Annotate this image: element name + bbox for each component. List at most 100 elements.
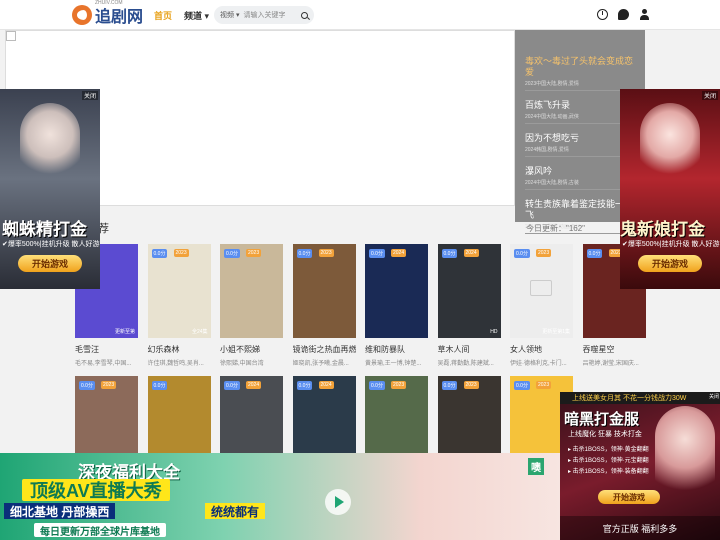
placeholder-image-icon (530, 280, 552, 296)
ad-start-button[interactable]: 开始游戏 (598, 490, 660, 504)
ad-feature-line: ▸ 击杀1BOSS，领神·元宝翻翻 (568, 458, 649, 464)
movie-poster[interactable]: 0.0分 2023 更新至第1集 (510, 244, 573, 338)
year-badge: 2023 (391, 381, 407, 389)
play-icon[interactable] (325, 489, 351, 515)
banner-line-3b: 统统都有 (205, 503, 266, 519)
movie-title[interactable]: 女人领地 (510, 344, 573, 355)
message-icon[interactable] (618, 9, 629, 20)
ad-headline: 鬼新娘打金 (620, 220, 705, 239)
movie-poster[interactable]: 0.0分 2023 (220, 244, 283, 338)
hero-list-title[interactable]: 百炼飞升录 (525, 100, 635, 111)
year-badge: 2023 (173, 249, 189, 257)
movie-card[interactable]: 0.0分 2023 全24集幻乐森林许佳琪,魏哲鸣,吴肖... (147, 244, 211, 367)
banner-tag: 噢 (528, 458, 544, 475)
movie-title[interactable]: 维和防暴队 (365, 344, 428, 355)
score-badge: 0.0分 (441, 381, 458, 390)
hero-list-item[interactable]: 毒欢～毒过了头就会变成恋爱 2023中国大陆,剧情,爱情 (525, 56, 635, 91)
ad-title: 暗黑打金服 (564, 411, 640, 428)
score-badge: 0.0分 (151, 381, 168, 390)
ad-top-strip: 上线送美女月其 不花一分钱战力30W (560, 392, 720, 404)
ad-feature-line: ▸ 击杀1BOSS，领神·装备翻翻 (568, 469, 649, 475)
hero-list-title[interactable]: 转生贵族靠着鉴定技能一路飞 (525, 199, 635, 221)
nav-channel[interactable]: 频道 ▾ (184, 9, 209, 22)
hero-list-title[interactable]: 瀑风吟 (525, 166, 635, 177)
header-icons (597, 9, 650, 20)
logo-icon (72, 5, 92, 25)
score-badge: 0.0分 (296, 249, 313, 258)
hero-list-meta: 2024中国大陆,动画,武侠 (525, 113, 635, 124)
ad-close-button[interactable]: 关闭 (81, 91, 98, 100)
top-header: 追剧网 ZHUIV.COM 首页 频道 ▾ 视频 ▾ 请输入关键字 (0, 0, 720, 30)
hero-list-meta: 2024中国大陆,剧情,古装 (525, 179, 635, 190)
year-badge: 2023 (536, 249, 552, 257)
episode-status: 全24集 (191, 329, 208, 335)
year-badge: 2024 (391, 249, 407, 257)
bottom-right-game-ad[interactable]: 上线送美女月其 不花一分钱战力30W 关闭 暗黑打金服 上线魔化 狂暴 技术打金… (560, 392, 720, 540)
movie-cast: 许佳琪,魏哲鸣,吴肖... (147, 361, 204, 367)
logo-subtitle: ZHUIV.COM (95, 0, 123, 6)
movie-title[interactable]: 毛雪汪 (75, 344, 138, 355)
year-badge: 2023 (536, 381, 552, 389)
movie-cast: 伊娃·德格利克,卡门... (510, 361, 567, 367)
movie-card[interactable]: 0.0分 2023 镜诡街之热血再燃 姬晓凯,张予曦,金晨... (292, 244, 356, 367)
hero-list-item[interactable]: 百炼飞升录 2024中国大陆,动画,武侠 (525, 100, 635, 124)
ad-start-button[interactable]: 开始游戏 (18, 255, 82, 272)
hero-list-item[interactable]: 因为不想吃亏 2024韩国,剧情,爱情 (525, 133, 635, 157)
site-logo[interactable]: 追剧网 (72, 4, 143, 26)
score-badge: 0.0分 (369, 249, 385, 258)
left-side-ad[interactable]: 关闭 蜘蛛精打金 ✔爆率500%|挂机升级 散人好游✔ 开始游戏 (0, 89, 100, 289)
nav-home[interactable]: 首页 (154, 9, 172, 22)
movie-title[interactable]: 吞噬星空 (583, 344, 646, 355)
ad-close-button[interactable]: 关闭 (701, 91, 718, 100)
user-icon[interactable] (639, 9, 650, 20)
year-badge: 2024 (246, 381, 262, 389)
movie-title[interactable]: 草木人间 (438, 344, 501, 355)
year-badge: 2024 (318, 381, 334, 389)
hero-list-meta: 2023中国大陆,剧情,爱情 (525, 80, 635, 91)
hero-list-title[interactable]: 因为不想吃亏 (525, 133, 635, 144)
movie-cast: 吴磊,蒋勤勤,陈建斌... (437, 361, 494, 367)
movie-poster[interactable]: 0.0分 2024 (365, 244, 428, 338)
banner-line-4: 每日更新万部全球片库基地 (34, 523, 166, 538)
history-clock-icon[interactable] (597, 9, 608, 20)
ad-subtitle: 上线魔化 狂暴 技术打金 (568, 431, 642, 438)
episode-status: HD (490, 329, 498, 335)
movie-poster[interactable]: 0.0分 2023 (292, 244, 356, 338)
movie-title[interactable]: 幻乐森林 (148, 344, 211, 355)
search-type-select[interactable]: 视频 ▾ (220, 10, 239, 20)
score-badge: 0.0分 (151, 249, 168, 258)
score-badge: 0.0分 (79, 381, 95, 390)
main-nav: 首页 频道 ▾ (154, 9, 209, 22)
movie-card[interactable]: 0.0分 2023 小姐不熙娣徐熙娣,中国台湾 (220, 244, 283, 367)
hero-list-title[interactable]: 毒欢～毒过了头就会变成恋爱 (525, 56, 635, 78)
score-badge: 0.0分 (441, 249, 458, 258)
ad-tagline: ✔爆率500%|挂机升级 散人好游✔ (622, 241, 720, 248)
movie-card[interactable]: 0.0分 2023 更新至第1集女人领地伊娃·德格利克,卡门... (510, 244, 573, 367)
movie-title[interactable]: 镜诡街之热血再燃 (293, 344, 356, 355)
ad-close-button[interactable]: 关闭 (709, 393, 719, 400)
score-badge: 0.0分 (369, 381, 385, 390)
hero-list-item[interactable]: 瀑风吟 2024中国大陆,剧情,古装 (525, 166, 635, 190)
hero-list-meta: 2024韩国,剧情,爱情 (525, 146, 635, 157)
broken-image-icon (6, 31, 16, 41)
year-badge: 2023 (101, 381, 117, 389)
movie-poster[interactable]: 0.0分 2024 HD (437, 244, 501, 338)
search-icon[interactable] (301, 11, 308, 19)
search-box[interactable]: 视频 ▾ 请输入关键字 (214, 6, 314, 24)
movie-card[interactable]: 0.0分 2024 HD 草木人间吴磊,蒋勤勤,陈建斌... (437, 244, 501, 367)
movie-title[interactable]: 小姐不熙娣 (220, 344, 283, 355)
score-badge: 0.0分 (224, 249, 240, 258)
bottom-banner-ad[interactable]: 深夜福利大全 顶级AV直播大秀 细北基地 丹部操西 统统都有 每日更新万部全球片… (0, 453, 560, 540)
movie-cast: 毛不易,李雪琴,中国... (75, 361, 132, 367)
score-badge: 0.0分 (586, 249, 603, 258)
banner-line-2: 顶级AV直播大秀 (22, 479, 170, 501)
movie-cast: 徐熙娣,中国台湾 (220, 361, 264, 367)
movie-card[interactable]: 0.0分 2024 维和防暴队 黄景瑜,王一博,钟楚... (365, 244, 428, 367)
search-input[interactable]: 请输入关键字 (243, 10, 301, 20)
movie-poster[interactable]: 0.0分 2023 全24集 (147, 244, 211, 338)
right-side-ad[interactable]: 关闭 鬼新娘打金 ✔爆率500%|挂机升级 散人好游✔ 开始游戏 (620, 89, 720, 289)
episode-status: 更新至第 (114, 329, 135, 335)
banner-line-3a: 细北基地 丹部操西 (4, 503, 116, 519)
ad-start-button[interactable]: 开始游戏 (638, 255, 702, 272)
year-badge: 2023 (246, 249, 262, 257)
